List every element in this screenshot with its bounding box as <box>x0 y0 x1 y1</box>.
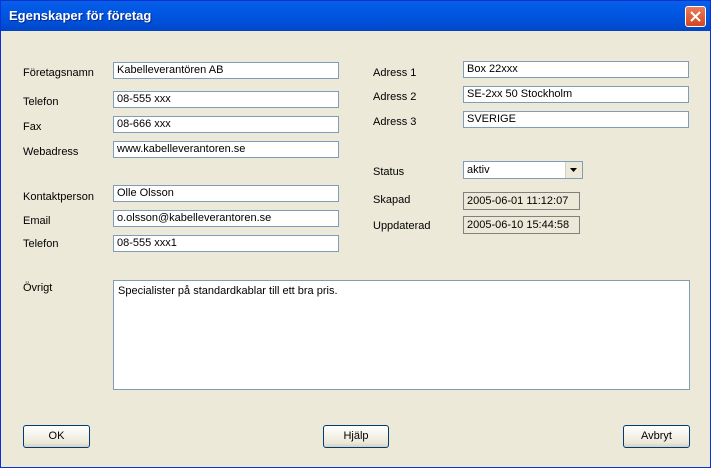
window-title: Egenskaper för företag <box>9 8 152 23</box>
chevron-down-icon <box>570 168 577 172</box>
help-button[interactable]: Hjälp <box>323 425 389 448</box>
status-value: aktiv <box>467 164 490 176</box>
email-field[interactable]: o.olsson@kabelleverantoren.se <box>113 210 339 227</box>
title-bar: Egenskaper för företag <box>1 1 710 31</box>
company-name-field[interactable]: Kabelleverantören AB <box>113 62 339 79</box>
email-label: Email <box>23 215 51 227</box>
contact-phone-field[interactable]: 08-555 xxx1 <box>113 235 339 252</box>
address3-label: Adress 3 <box>373 116 417 128</box>
company-phone-field[interactable]: 08-555 xxx <box>113 91 339 108</box>
updated-label: Uppdaterad <box>373 220 431 232</box>
close-icon <box>690 11 701 22</box>
close-button[interactable] <box>685 6 706 27</box>
contact-person-label: Kontaktperson <box>23 191 94 203</box>
address2-label: Adress 2 <box>373 91 417 103</box>
ok-button[interactable]: OK <box>23 425 90 448</box>
company-name-label: Företagsnamn <box>23 67 94 79</box>
address3-field[interactable]: SVERIGE <box>463 111 689 128</box>
contact-phone-label: Telefon <box>23 238 59 250</box>
cancel-button[interactable]: Avbryt <box>623 425 690 448</box>
address2-field[interactable]: SE-2xx 50 Stockholm <box>463 86 689 103</box>
notes-textarea[interactable]: Specialister på standardkablar till ett … <box>113 280 690 390</box>
contact-person-field[interactable]: Olle Olsson <box>113 185 339 202</box>
status-dropdown-button[interactable] <box>565 162 582 178</box>
created-value: 2005-06-01 11:12:07 <box>463 192 580 210</box>
fax-label: Fax <box>23 121 42 133</box>
status-select[interactable]: aktiv <box>463 161 583 179</box>
address1-field[interactable]: Box 22xxx <box>463 61 689 78</box>
web-label: Webadress <box>23 146 79 158</box>
company-phone-label: Telefon <box>23 96 59 108</box>
updated-value: 2005-06-10 15:44:58 <box>463 216 580 234</box>
web-field[interactable]: www.kabelleverantoren.se <box>113 141 339 158</box>
fax-field[interactable]: 08-666 xxx <box>113 116 339 133</box>
address1-label: Adress 1 <box>373 67 417 79</box>
status-label: Status <box>373 166 405 178</box>
notes-label: Övrigt <box>23 282 53 294</box>
properties-dialog: Egenskaper för företag Företagsnamn Kabe… <box>0 0 711 468</box>
created-label: Skapad <box>373 194 411 206</box>
